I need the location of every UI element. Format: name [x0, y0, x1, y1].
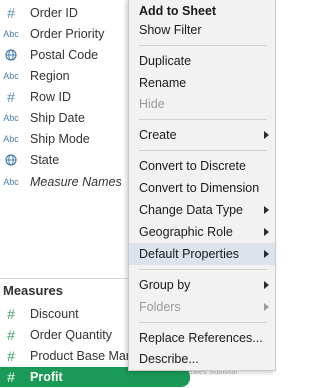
menu-item-convert-to-dimension[interactable]: Convert to Dimension [129, 177, 275, 199]
chevron-right-icon [264, 206, 269, 214]
menu-separator [139, 150, 267, 151]
field-discount[interactable]: # Discount [0, 304, 130, 324]
chevron-right-icon [264, 303, 269, 311]
menu-item-show-filter[interactable]: Show Filter [129, 19, 275, 41]
field-label: Ship Date [30, 111, 85, 125]
field-label: Product Base Margin [30, 349, 130, 363]
globe-icon [0, 154, 22, 166]
menu-item-label: Default Properties [139, 247, 240, 261]
menu-item-label: Hide [139, 97, 165, 111]
hash-icon: # [7, 5, 15, 21]
field-label: Order Quantity [30, 328, 112, 342]
menu-item-label: Geographic Role [139, 225, 233, 239]
hash-icon: # [7, 89, 15, 105]
menu-item-hide: Hide [129, 93, 275, 115]
menu-item-label: Add to Sheet [139, 4, 217, 18]
field-label: Profit [30, 370, 63, 384]
field-state[interactable]: State [0, 150, 130, 170]
field-row-id[interactable]: # Row ID [0, 87, 130, 107]
field-label: Ship Mode [30, 132, 90, 146]
field-region[interactable]: Abc Region [0, 66, 130, 86]
abc-icon: Abc [3, 177, 19, 187]
field-label: Measure Names [30, 175, 122, 189]
field-order-quantity[interactable]: # Order Quantity [0, 325, 130, 345]
abc-icon: Abc [3, 71, 19, 81]
measures-header: Measures [0, 278, 130, 304]
hash-icon: # [7, 348, 15, 364]
menu-item-duplicate[interactable]: Duplicate [129, 50, 275, 72]
menu-item-describe[interactable]: Describe... [129, 348, 275, 370]
menu-item-label: Duplicate [139, 54, 192, 68]
hash-icon: # [7, 327, 15, 343]
globe-icon [0, 49, 22, 61]
hash-icon: # [7, 369, 15, 385]
chevron-right-icon [264, 131, 269, 139]
menu-item-replace-references[interactable]: Replace References... [129, 327, 275, 349]
menu-item-default-properties[interactable]: Default Properties [129, 243, 275, 265]
menu-separator [139, 45, 267, 46]
context-menu: Add to Sheet Show Filter Duplicate Renam… [128, 0, 276, 371]
menu-item-label: Convert to Dimension [139, 181, 260, 195]
menu-item-folders: Folders [129, 296, 275, 318]
chevron-right-icon [264, 281, 269, 289]
field-postal-code[interactable]: Postal Code [0, 45, 130, 65]
menu-separator [139, 269, 267, 270]
menu-item-label: Create [139, 128, 177, 142]
abc-icon: Abc [3, 29, 19, 39]
field-order-id[interactable]: # Order ID [0, 3, 130, 23]
hash-icon: # [7, 306, 15, 322]
menu-item-label: Replace References... [139, 331, 263, 345]
field-label: Row ID [30, 90, 71, 104]
menu-item-rename[interactable]: Rename [129, 72, 275, 94]
field-label: Discount [30, 307, 79, 321]
menu-item-label: Change Data Type [139, 203, 244, 217]
data-pane: # Order ID Abc Order Priority Postal Cod… [0, 0, 276, 388]
field-measure-names[interactable]: Abc Measure Names [0, 172, 130, 192]
abc-icon: Abc [3, 134, 19, 144]
menu-separator [139, 119, 267, 120]
menu-item-label: Describe... [139, 352, 199, 366]
chevron-right-icon [264, 250, 269, 258]
menu-item-group-by[interactable]: Group by [129, 274, 275, 296]
field-label: Postal Code [30, 48, 99, 62]
menu-item-label: Folders [139, 300, 181, 314]
menu-item-label: Rename [139, 76, 187, 90]
menu-item-label: Show Filter [139, 23, 202, 37]
field-ship-mode[interactable]: Abc Ship Mode [0, 129, 130, 149]
field-ship-date[interactable]: Abc Ship Date [0, 108, 130, 128]
menu-item-label: Group by [139, 278, 191, 292]
menu-item-convert-to-discrete[interactable]: Convert to Discrete [129, 155, 275, 177]
menu-item-geographic-role[interactable]: Geographic Role [129, 221, 275, 243]
field-order-priority[interactable]: Abc Order Priority [0, 24, 130, 44]
menu-item-change-data-type[interactable]: Change Data Type [129, 199, 275, 221]
abc-icon: Abc [3, 113, 19, 123]
field-product-base-margin[interactable]: # Product Base Margin [0, 346, 130, 366]
menu-item-label: Convert to Discrete [139, 159, 246, 173]
field-label: State [30, 153, 60, 167]
field-label: Region [30, 69, 70, 83]
menu-separator [139, 322, 267, 323]
menu-item-create[interactable]: Create [129, 124, 275, 146]
field-label: Order Priority [30, 27, 105, 41]
chevron-right-icon [264, 228, 269, 236]
field-label: Order ID [30, 6, 78, 20]
